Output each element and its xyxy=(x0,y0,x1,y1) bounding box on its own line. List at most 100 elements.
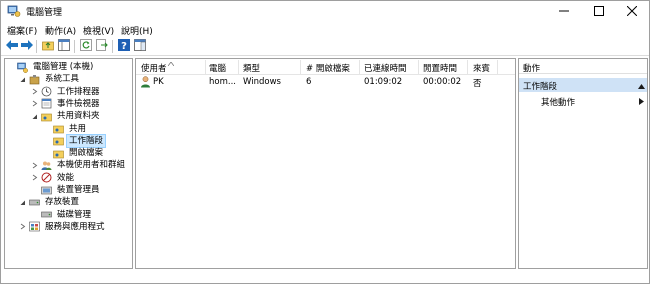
tree-item-label: 裝置管理員 xyxy=(57,185,100,195)
column-header-open-files[interactable]: # 開啟檔案 xyxy=(306,62,350,74)
collapsed-chevron-icon[interactable] xyxy=(30,173,39,182)
tree-item[interactable]: 本機使用者和群組 xyxy=(30,159,127,171)
column-header-computer[interactable]: 電腦 xyxy=(209,62,226,74)
collapsed-chevron-icon[interactable] xyxy=(30,161,39,170)
forward-button[interactable] xyxy=(19,39,34,54)
column-header-guest[interactable]: 來賓 xyxy=(473,62,490,74)
tree-item[interactable]: 工作階段 xyxy=(42,133,107,148)
navigation-tree[interactable]: 電腦管理 (本機) 系統工具 工作排程器 事件檢視器共用資料夾 共用 工作階段 開啟檔案 本機… xyxy=(4,58,133,269)
sessions-list[interactable]: 使用者 電腦 類型 # 開啟檔案 已連線時間 閒置時間 來賓 PK hom... xyxy=(135,58,516,269)
collapsed-chevron-icon[interactable] xyxy=(18,222,27,231)
menu-help[interactable]: 說明(H) xyxy=(121,24,153,37)
table-row[interactable]: PK hom... Windows 6 01:09:02 00:00:02 否 xyxy=(136,76,515,89)
column-divider[interactable] xyxy=(300,60,301,74)
refresh-icon xyxy=(79,39,92,54)
column-divider[interactable] xyxy=(359,60,360,74)
sessions-icon xyxy=(53,135,64,146)
maximize-icon xyxy=(594,6,604,16)
svg-text:?: ? xyxy=(121,41,127,51)
column-divider[interactable] xyxy=(497,60,498,74)
minimize-button[interactable] xyxy=(547,1,581,21)
more-actions-item[interactable]: 其他動作 xyxy=(519,95,647,108)
close-button[interactable] xyxy=(615,1,649,21)
cell-computer: hom... xyxy=(209,77,236,87)
tree-item-label: 事件檢視器 xyxy=(57,98,100,109)
tree-item[interactable]: 服務與應用程式 xyxy=(18,221,107,233)
column-divider[interactable] xyxy=(238,60,239,74)
tree-item-label: 共用 xyxy=(69,123,87,134)
back-button[interactable] xyxy=(4,39,19,54)
menu-file[interactable]: 檔案(F) xyxy=(7,24,37,37)
toolbar-separator xyxy=(36,40,37,53)
collapsed-chevron-icon[interactable] xyxy=(30,87,39,96)
tree-item[interactable]: 效能 xyxy=(30,172,76,184)
menu-action[interactable]: 動作(A) xyxy=(45,24,76,37)
cell-open-files: 6 xyxy=(306,77,312,87)
tree-item[interactable]: 磁碟管理 xyxy=(30,209,93,221)
menu-view[interactable]: 檢視(V) xyxy=(83,24,114,37)
cell-user: PK xyxy=(153,77,164,87)
computer-management-icon xyxy=(17,62,28,73)
cell-guest: 否 xyxy=(473,79,482,89)
performance-icon xyxy=(41,172,52,183)
refresh-button[interactable] xyxy=(78,39,93,54)
tree-item[interactable]: 共用 xyxy=(42,123,88,135)
tree-item-label: 服務與應用程式 xyxy=(45,221,105,232)
toolbar-separator xyxy=(74,40,75,53)
column-header-connected-time[interactable]: 已連線時間 xyxy=(364,62,407,74)
collapsed-chevron-icon[interactable] xyxy=(30,99,39,108)
tree-item[interactable]: 共用資料夾 xyxy=(30,110,102,122)
tree-item-label: 工作階段 xyxy=(65,133,107,148)
help-button[interactable]: ? xyxy=(116,39,131,54)
expanded-chevron-icon[interactable] xyxy=(18,198,27,207)
column-divider[interactable] xyxy=(418,60,419,74)
column-divider[interactable] xyxy=(467,60,468,74)
actions-pane: 動作 工作階段 其他動作 xyxy=(518,58,648,269)
maximize-button[interactable] xyxy=(582,1,616,21)
list-header: 使用者 電腦 類型 # 開啟檔案 已連線時間 閒置時間 來賓 xyxy=(136,59,515,75)
back-arrow-icon xyxy=(5,40,18,53)
status-bar xyxy=(1,271,649,283)
show-hide-tree-button[interactable] xyxy=(56,39,71,54)
cell-idle-time: 00:00:02 xyxy=(423,77,462,87)
tree-item[interactable]: 電腦管理 (本機) xyxy=(6,61,95,73)
tree-item-label: 開啟檔案 xyxy=(69,148,104,159)
tree-item[interactable]: 系統工具 xyxy=(18,73,81,85)
disk-management-icon xyxy=(41,209,52,220)
up-folder-button[interactable] xyxy=(40,39,55,54)
more-actions-label: 其他動作 xyxy=(541,98,576,108)
cell-type: Windows xyxy=(243,77,281,87)
task-scheduler-icon xyxy=(41,86,52,97)
sort-ascending-icon xyxy=(167,59,175,69)
menu-bar: 檔案(F) 動作(A) 檢視(V) 說明(H) xyxy=(1,21,649,38)
tree-item[interactable]: 工作排程器 xyxy=(30,86,102,98)
column-header-user[interactable]: 使用者 xyxy=(141,62,167,74)
computer-management-window: 電腦管理 檔案(F) 動作(A) 檢視(V) 說明(H) ? 電腦管理 (本機)… xyxy=(0,0,650,284)
properties-button[interactable] xyxy=(132,39,147,54)
storage-icon xyxy=(29,197,40,208)
forward-arrow-icon xyxy=(20,40,33,53)
column-header-type[interactable]: 類型 xyxy=(243,62,260,74)
shares-icon xyxy=(53,123,64,134)
tree-item-label: 共用資料夾 xyxy=(57,111,100,122)
tree-item[interactable]: 存放裝置 xyxy=(18,196,81,208)
properties-icon xyxy=(133,39,146,54)
tree-item[interactable]: 裝置管理員 xyxy=(30,184,102,196)
expanded-chevron-icon[interactable] xyxy=(30,112,39,121)
tree-item[interactable]: 事件檢視器 xyxy=(30,98,102,110)
export-list-button[interactable] xyxy=(94,39,109,54)
expanded-chevron-icon[interactable] xyxy=(18,75,27,84)
tree-item-label: 電腦管理 (本機) xyxy=(33,62,94,72)
column-divider[interactable] xyxy=(205,60,206,74)
actions-section-label: 工作階段 xyxy=(523,82,558,92)
actions-section-sessions[interactable]: 工作階段 xyxy=(519,78,647,92)
cell-connected-time: 01:09:02 xyxy=(364,77,403,87)
device-manager-icon xyxy=(41,185,52,196)
tree-item[interactable]: 開啟檔案 xyxy=(42,147,105,159)
shared-folder-icon xyxy=(41,111,52,122)
show-hide-tree-icon xyxy=(57,39,70,54)
column-header-idle-time[interactable]: 閒置時間 xyxy=(423,62,457,74)
